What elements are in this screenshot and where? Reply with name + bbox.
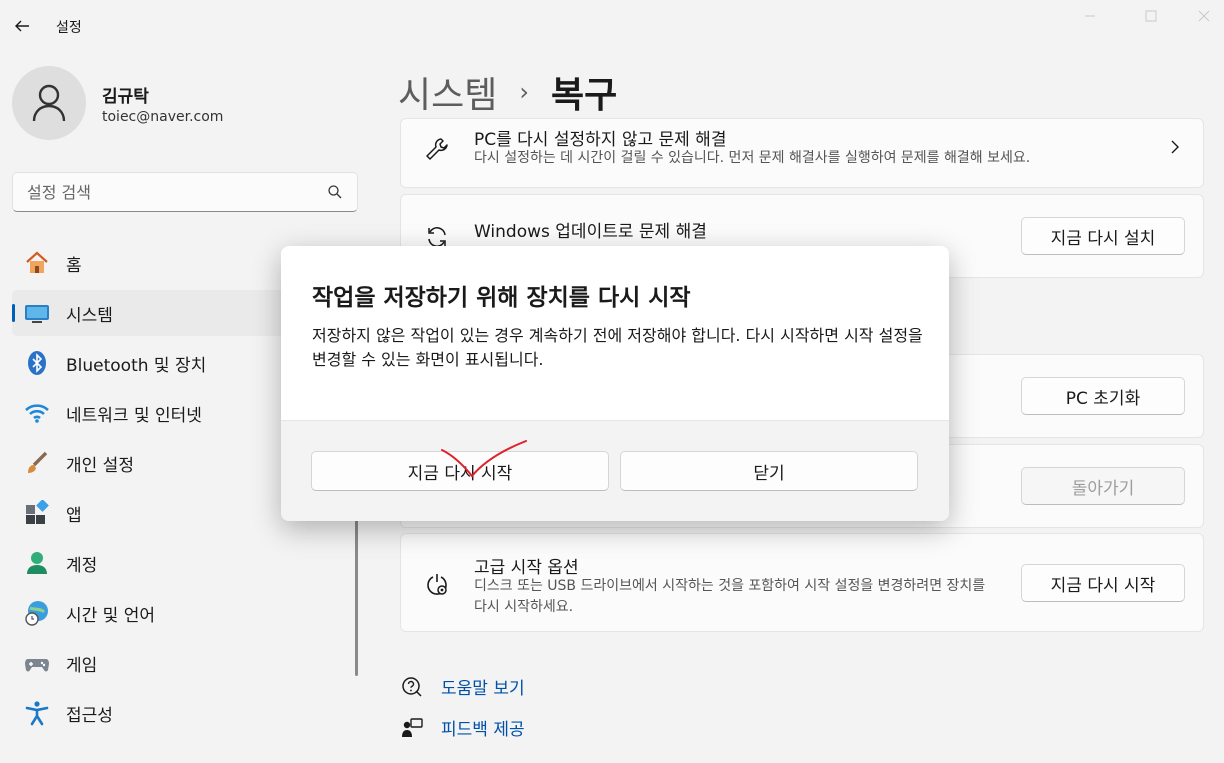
restart-now-dialog-button[interactable]: 지금 다시 시작 [311,451,609,491]
dialog-footer: 지금 다시 시작 닫기 [281,420,949,521]
dialog-body: 저장하지 않은 작업이 있는 경우 계속하기 전에 저장해야 합니다. 다시 시… [312,326,923,369]
close-dialog-button[interactable]: 닫기 [620,451,918,491]
restart-dialog: 작업을 저장하기 위해 장치를 다시 시작 저장하지 않은 작업이 있는 경우 … [281,246,949,521]
dialog-title: 작업을 저장하기 위해 장치를 다시 시작 [312,285,691,311]
